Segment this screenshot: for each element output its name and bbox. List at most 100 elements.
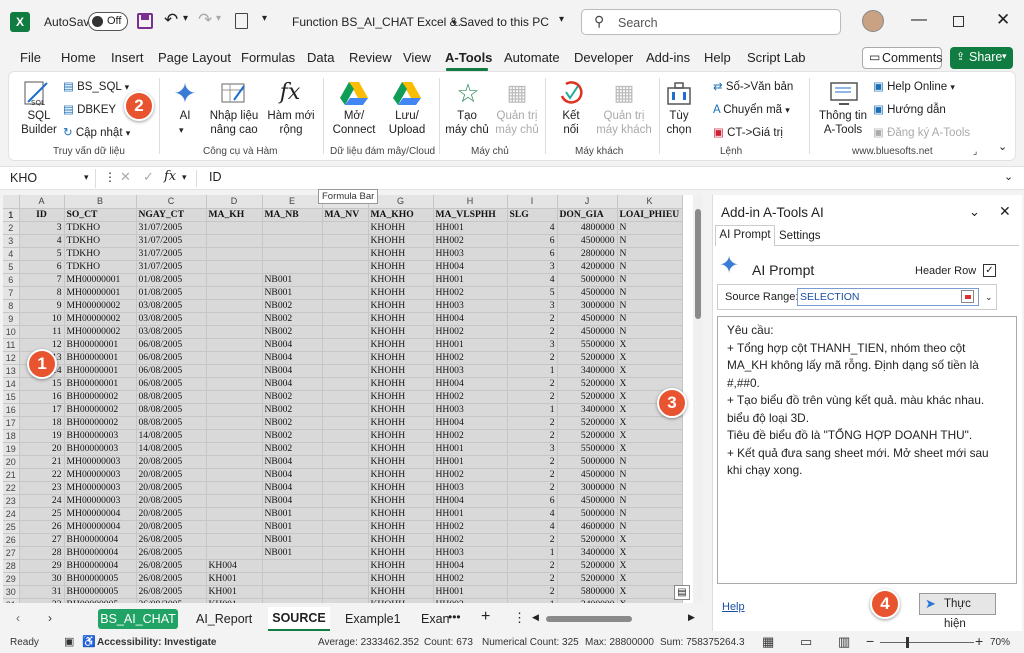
cell[interactable]: KHOHH <box>368 338 434 352</box>
hscroll-thumb[interactable] <box>546 616 632 622</box>
cell[interactable]: N <box>617 507 683 521</box>
row-header[interactable]: 22 <box>3 481 20 495</box>
dbkey-button[interactable]: ▤ DBKEY <box>63 103 116 117</box>
cell[interactable]: 4 <box>19 234 65 248</box>
cell[interactable] <box>206 286 263 300</box>
cell[interactable] <box>206 247 263 261</box>
cell[interactable]: 4200000 <box>557 260 618 274</box>
cell[interactable]: 08/08/2005 <box>136 390 207 404</box>
cell[interactable] <box>262 585 323 599</box>
cell[interactable]: 08/08/2005 <box>136 403 207 417</box>
mo-connect-button[interactable]: Mở/ Connect <box>329 109 379 137</box>
cell[interactable]: HH002 <box>433 234 508 248</box>
cell[interactable]: 20/08/2005 <box>136 507 207 521</box>
cell[interactable]: 4600000 <box>557 520 618 534</box>
cell[interactable]: 28 <box>19 546 65 560</box>
row-header[interactable]: 18 <box>3 429 20 443</box>
cell[interactable]: 24 <box>19 494 65 508</box>
zoom-out-icon[interactable]: − <box>866 633 874 649</box>
cell[interactable]: HH004 <box>433 377 508 391</box>
cell[interactable]: NB002 <box>262 429 323 443</box>
cell[interactable]: NB004 <box>262 468 323 482</box>
cell[interactable]: N <box>617 221 683 235</box>
cell[interactable]: HH002 <box>433 390 508 404</box>
cell[interactable]: 26/08/2005 <box>136 572 207 586</box>
row-header[interactable]: 11 <box>3 338 20 352</box>
cell[interactable] <box>262 598 323 603</box>
cell[interactable]: N <box>617 286 683 300</box>
cell[interactable]: BH00000001 <box>64 338 137 352</box>
cell[interactable]: MH00000003 <box>64 468 137 482</box>
cell[interactable] <box>206 533 263 547</box>
cell[interactable]: 01/08/2005 <box>136 273 207 287</box>
page-break-view-icon[interactable]: ▥ <box>838 634 850 650</box>
cell[interactable]: N <box>617 520 683 534</box>
cell[interactable]: HH002 <box>433 429 508 443</box>
cell[interactable] <box>322 351 369 365</box>
row-header[interactable]: 29 <box>3 572 20 586</box>
cell[interactable]: NB001 <box>262 546 323 560</box>
cell[interactable]: 2 <box>507 572 558 586</box>
cell[interactable]: HH001 <box>433 455 508 469</box>
cell[interactable] <box>322 442 369 456</box>
cell[interactable]: KHOHH <box>368 234 434 248</box>
cell[interactable] <box>206 429 263 443</box>
cell[interactable]: NB002 <box>262 416 323 430</box>
name-box[interactable]: KHO ▾ <box>4 169 96 188</box>
worksheet-grid[interactable]: ABCDEFGHIJK1IDSO_CTNGAY_CTMA_KHMA_NBMA_N… <box>3 195 703 603</box>
cell[interactable]: 3400000 <box>557 364 618 378</box>
tab-help[interactable]: Help <box>704 50 731 65</box>
cell[interactable] <box>206 494 263 508</box>
cell[interactable]: BH00000004 <box>64 533 137 547</box>
cell[interactable]: 2 <box>507 351 558 365</box>
sheet-tab-ai-report[interactable]: AI_Report <box>196 612 252 626</box>
tab-review[interactable]: Review <box>349 50 392 65</box>
cell[interactable]: KHOHH <box>368 403 434 417</box>
cell[interactable] <box>322 390 369 404</box>
cell[interactable]: MA_KH <box>206 208 263 222</box>
ai-button[interactable]: AI <box>175 109 195 123</box>
cell[interactable]: 9 <box>19 299 65 313</box>
cell[interactable]: 20/08/2005 <box>136 494 207 508</box>
cell[interactable]: 5800000 <box>557 585 618 599</box>
cell[interactable]: 4500000 <box>557 325 618 339</box>
cell[interactable]: NB004 <box>262 364 323 378</box>
cell[interactable]: 3400000 <box>557 598 618 603</box>
cell[interactable]: 3000000 <box>557 299 618 313</box>
cell[interactable]: BH00000005 <box>64 598 137 603</box>
cell[interactable]: 4500000 <box>557 468 618 482</box>
cell[interactable]: NB001 <box>262 533 323 547</box>
column-header[interactable]: E <box>262 195 323 209</box>
close-icon[interactable]: ✕ <box>996 10 1010 30</box>
cell[interactable]: 3000000 <box>557 481 618 495</box>
cell[interactable]: 23 <box>19 481 65 495</box>
cell[interactable]: 26/08/2005 <box>136 598 207 603</box>
row-header[interactable]: 24 <box>3 507 20 521</box>
cell[interactable]: 5500000 <box>557 442 618 456</box>
cell[interactable]: NB004 <box>262 351 323 365</box>
cell[interactable]: KHOHH <box>368 442 434 456</box>
cell[interactable]: 4 <box>507 507 558 521</box>
cell[interactable]: BH00000002 <box>64 390 137 404</box>
cell[interactable]: HH003 <box>433 598 508 603</box>
cell[interactable]: TDKHO <box>64 221 137 235</box>
cell[interactable]: NB002 <box>262 325 323 339</box>
cell[interactable]: 20 <box>19 442 65 456</box>
cell[interactable]: 5000000 <box>557 455 618 469</box>
cell[interactable] <box>206 520 263 534</box>
cell[interactable] <box>206 403 263 417</box>
cell[interactable]: 06/08/2005 <box>136 364 207 378</box>
cell[interactable]: 2 <box>507 416 558 430</box>
tab-automate[interactable]: Automate <box>504 50 560 65</box>
cell[interactable]: 10 <box>19 312 65 326</box>
cell[interactable]: BH00000003 <box>64 442 137 456</box>
cell[interactable]: NB004 <box>262 377 323 391</box>
select-all-corner[interactable] <box>3 195 20 209</box>
cell[interactable]: KHOHH <box>368 325 434 339</box>
cell[interactable]: 4 <box>507 273 558 287</box>
cell[interactable]: X <box>617 364 683 378</box>
scroll-left-icon[interactable]: ‹ <box>16 611 20 625</box>
sql-builder-button[interactable]: SQL Builder <box>17 109 61 137</box>
cell[interactable]: NGAY_CT <box>136 208 207 222</box>
row-header[interactable]: 2 <box>3 221 20 235</box>
